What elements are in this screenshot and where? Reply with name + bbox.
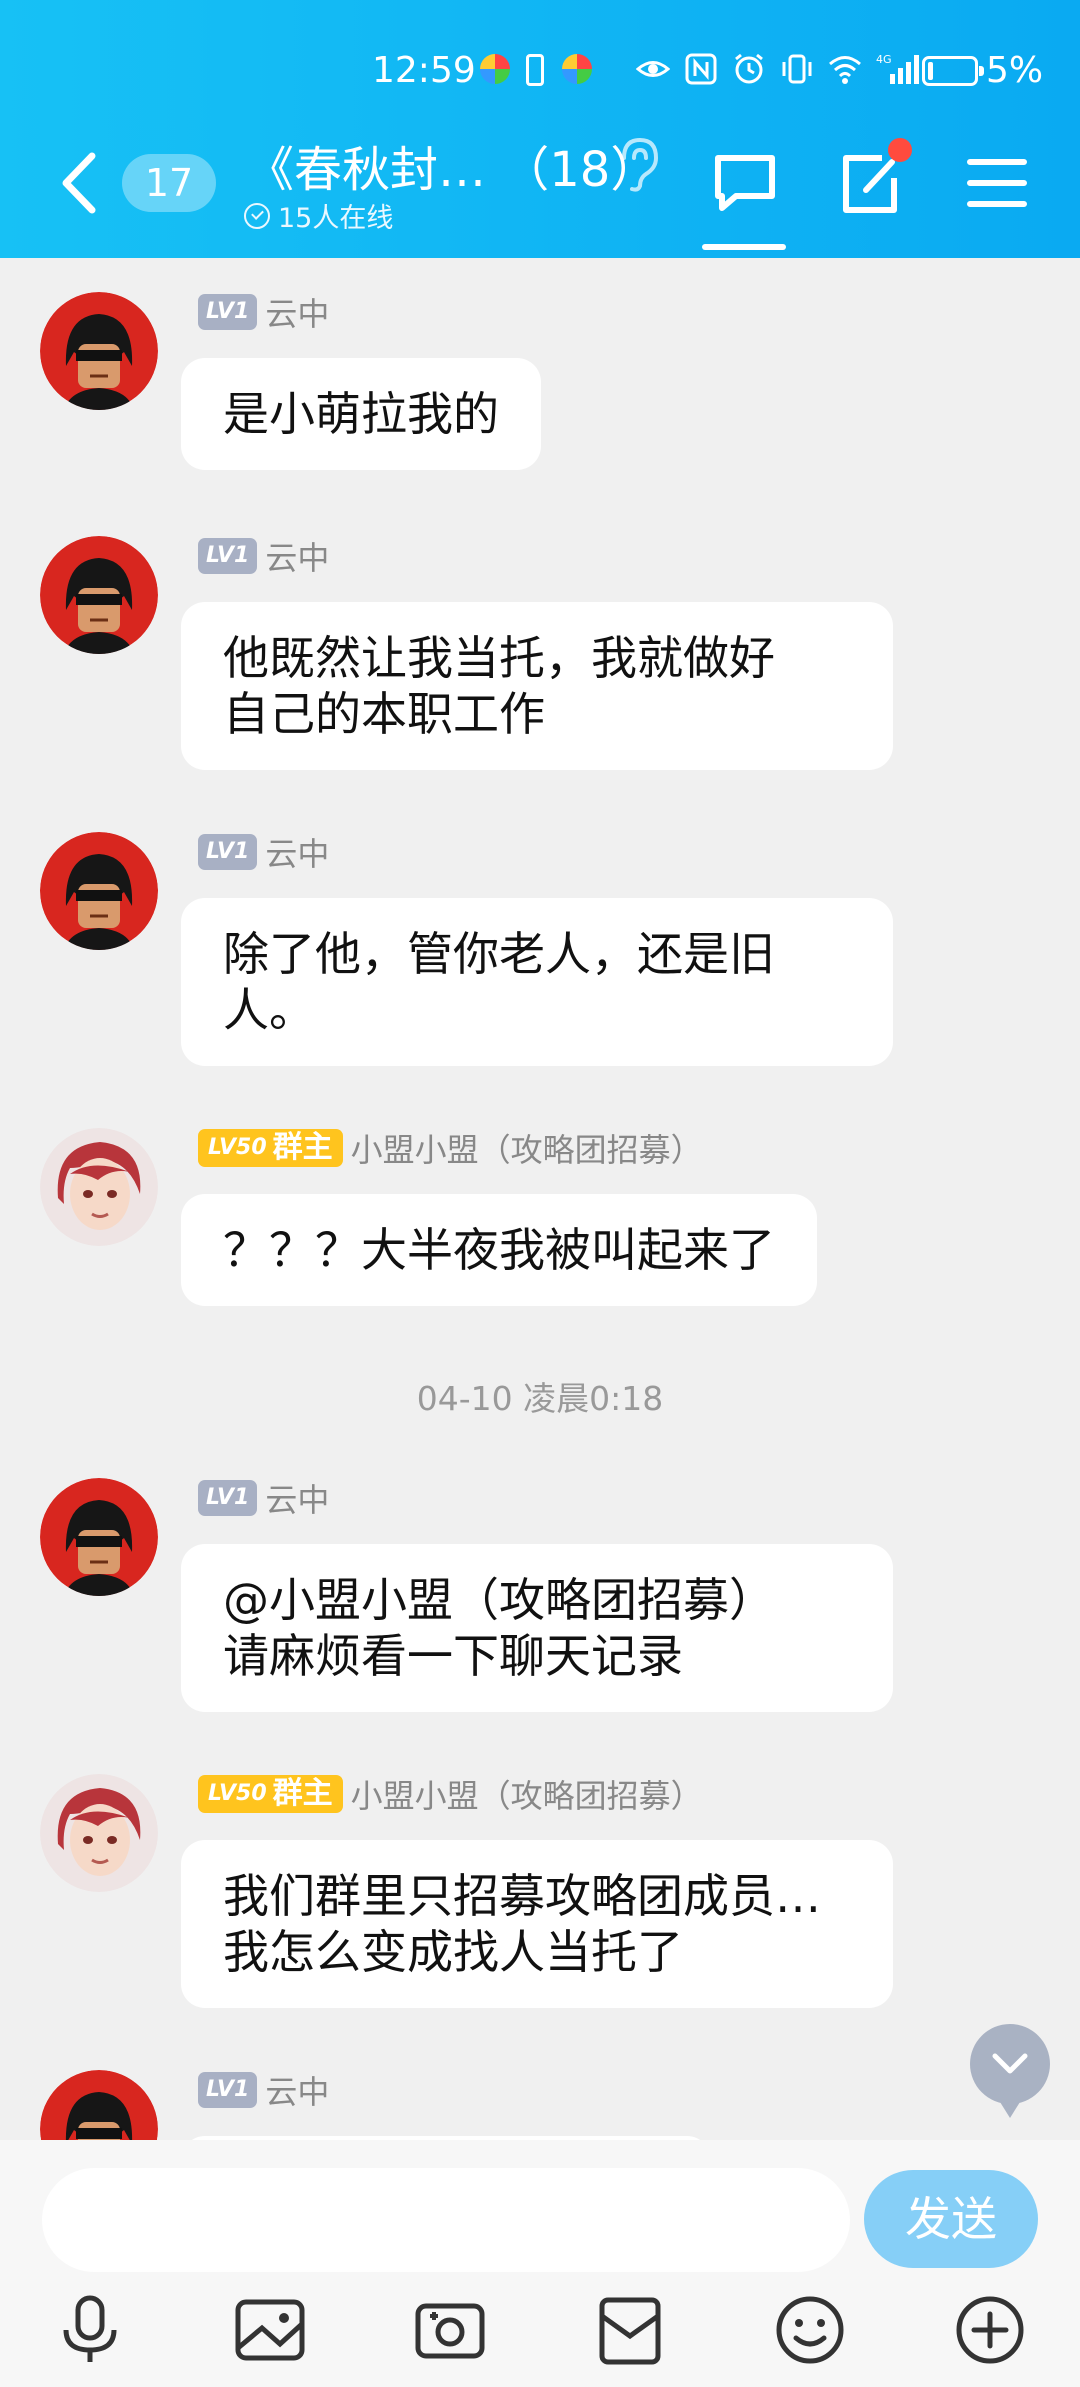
battery-percentage: 5%	[986, 50, 1044, 91]
eye-icon	[636, 61, 670, 77]
message-bubble[interactable]: 是小萌拉我的	[181, 358, 541, 470]
battery-alert-icon	[526, 54, 544, 86]
message-bubble[interactable]: 我们群里只招募攻略团成员… 我怎么变成找人当托了	[181, 1840, 893, 2008]
app-notification-icon	[562, 54, 592, 84]
message-input[interactable]	[42, 2168, 850, 2272]
message-bubble[interactable]: 他既然让我当托，我就做好 自己的本职工作	[181, 602, 893, 770]
online-count: 15人在线	[278, 203, 394, 234]
chevron-down-icon	[992, 2053, 1028, 2074]
message-meta: LV1 云中	[198, 829, 329, 875]
avatar-icon[interactable]	[40, 536, 158, 654]
message-text-line: 我们群里只招募攻略团成员…	[223, 1869, 821, 1923]
sender-name[interactable]: 云中	[265, 829, 329, 875]
message-meta: LV1 云中	[198, 289, 329, 335]
level-badge: LV1	[198, 538, 258, 574]
level-badge: LV1	[198, 834, 258, 870]
sender-name[interactable]: 云中	[265, 533, 329, 579]
message-text: ？？？大半夜我被叫起来了	[223, 1223, 775, 1277]
sender-name[interactable]: 云中	[265, 1475, 329, 1521]
message-text: 是小萌拉我的	[223, 387, 499, 441]
status-bar: 12:59 4G 5%	[0, 40, 1080, 100]
message-list[interactable]: LV1 云中 是小萌拉我的 LV1 云中 他既然让我当托，我就做好 自己的本职工…	[0, 258, 1080, 2140]
level-badge: LV1	[198, 294, 258, 330]
vibrate-icon	[782, 54, 812, 84]
sender-name[interactable]: 云中	[265, 2067, 329, 2113]
nfc-icon	[685, 53, 717, 85]
avatar-icon[interactable]	[40, 2070, 158, 2140]
time-divider: 04-10 凌晨0:18	[416, 1379, 664, 1418]
sender-name[interactable]: 小盟小盟（攻略团招募）	[351, 1125, 703, 1171]
chat-header: 12:59 4G 5% 17 《春秋封… （18） 15人在线	[0, 0, 1080, 258]
camera-icon[interactable]	[412, 2292, 488, 2368]
role-label: 群主	[272, 1130, 333, 1165]
app-notification-icon	[480, 54, 510, 84]
level-badge: LV50	[208, 1781, 267, 1806]
message-bubble[interactable]: @小盟小盟（攻略团招募） 请麻烦看一下聊天记录	[181, 1544, 893, 1712]
group-title[interactable]: 《春秋封… （18）	[246, 130, 658, 200]
status-time: 12:59	[372, 50, 476, 91]
message-meta: LV50 群主 小盟小盟（攻略团招募）	[198, 1771, 703, 1817]
message-text-line: 自己的本职工作	[223, 687, 545, 741]
message-text-line: 人。	[223, 983, 315, 1037]
status-icons: 4G	[636, 52, 922, 86]
ear-icon[interactable]	[616, 136, 660, 192]
wifi-icon	[829, 56, 861, 84]
message-meta: LV1 云中	[198, 533, 329, 579]
message-text-line: 除了他，管你老人，还是旧	[223, 927, 775, 981]
level-badge: LV50	[208, 1135, 267, 1160]
message-meta: LV1 云中	[198, 2067, 329, 2113]
chat-tab-icon[interactable]	[710, 148, 780, 218]
message-text-line: 他既然让我当托，我就做好	[223, 631, 775, 685]
sender-name[interactable]: 小盟小盟（攻略团招募）	[351, 1771, 703, 1817]
owner-badge: LV50 群主	[198, 1775, 343, 1813]
sender-name[interactable]: 云中	[265, 289, 329, 335]
level-badge: LV1	[198, 2072, 258, 2108]
image-icon[interactable]	[232, 2292, 308, 2368]
message-text-line: 请麻烦看一下聊天记录	[223, 1629, 683, 1683]
message-bubble[interactable]: ？？？大半夜我被叫起来了	[181, 1194, 817, 1306]
battery-icon	[922, 56, 984, 86]
message-text-line: 我怎么变成找人当托了	[223, 1925, 683, 1979]
network-type-label: 4G	[876, 53, 892, 66]
menu-icon[interactable]	[962, 148, 1032, 218]
avatar-icon[interactable]	[40, 1774, 158, 1892]
microphone-icon[interactable]	[52, 2292, 128, 2368]
online-status: 15人在线	[244, 196, 393, 235]
owner-badge: LV50 群主	[198, 1129, 343, 1167]
check-circle-icon	[244, 202, 270, 229]
scroll-to-bottom-button[interactable]	[970, 2024, 1050, 2118]
avatar-icon[interactable]	[40, 832, 158, 950]
send-button[interactable]: 发送	[864, 2170, 1038, 2268]
plus-icon[interactable]	[952, 2292, 1028, 2368]
alarm-icon	[735, 53, 763, 84]
red-packet-icon[interactable]	[592, 2292, 668, 2368]
notification-dot	[888, 138, 912, 162]
emoji-icon[interactable]	[772, 2292, 848, 2368]
message-text-line: @小盟小盟（攻略团招募）	[223, 1573, 775, 1627]
message-meta: LV50 群主 小盟小盟（攻略团招募）	[198, 1125, 703, 1171]
active-tab-indicator	[702, 244, 786, 250]
unread-count-badge[interactable]: 17	[122, 154, 216, 212]
level-badge: LV1	[198, 1480, 258, 1516]
role-label: 群主	[272, 1776, 333, 1811]
avatar-icon[interactable]	[40, 1128, 158, 1246]
avatar-icon[interactable]	[40, 1478, 158, 1596]
back-chevron-icon[interactable]	[56, 148, 104, 218]
signal-icon: 4G	[876, 53, 919, 84]
message-bubble[interactable]: 除了他，管你老人，还是旧 人。	[181, 898, 893, 1066]
input-bar: 发送	[0, 2140, 1080, 2387]
avatar-icon[interactable]	[40, 292, 158, 410]
message-meta: LV1 云中	[198, 1475, 329, 1521]
